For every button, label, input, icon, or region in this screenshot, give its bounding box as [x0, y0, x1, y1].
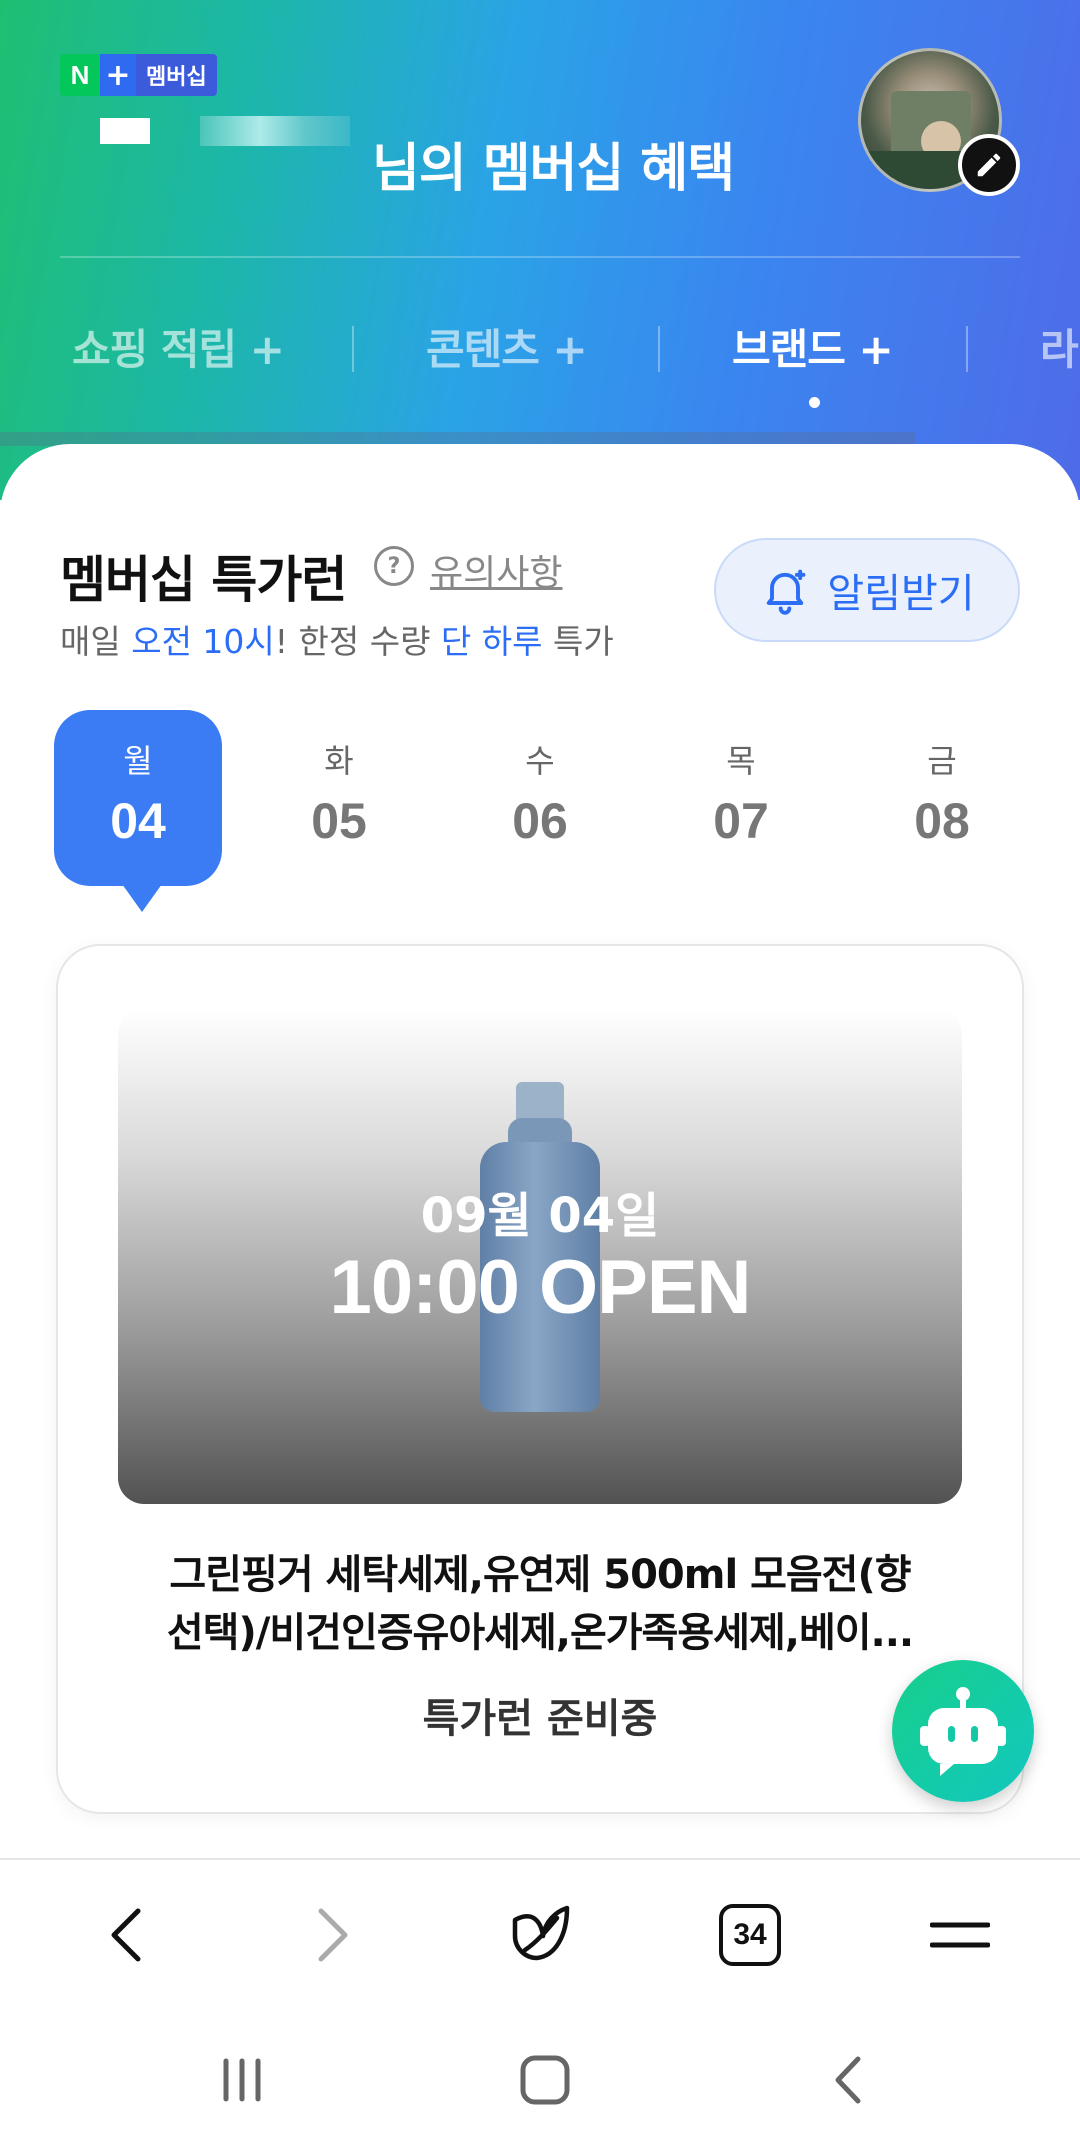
alarm-button-label: 알림받기	[827, 571, 975, 617]
deal-status: 특가런 준비중	[422, 1696, 658, 1742]
chatbot-button[interactable]	[892, 1660, 1034, 1802]
product-name-line: 선택)/비건인증유아세제,온가족용세제,베이...	[166, 1610, 914, 1656]
help-icon[interactable]: ?	[374, 546, 414, 586]
bell-icon	[767, 569, 806, 615]
day-date: 04	[110, 793, 166, 849]
day-tab-thu[interactable]: 목 07	[657, 710, 825, 886]
menu-icon	[930, 1922, 990, 1948]
product-name-line: 그린핑거 세탁세제,유연제 500ml 모음전(향	[169, 1552, 911, 1598]
day-tab-fri[interactable]: 금 08	[858, 710, 1026, 886]
open-date: 09월 04일	[420, 1188, 660, 1244]
tab-next[interactable]: 라	[1040, 316, 1079, 377]
tab-divider	[352, 326, 354, 372]
day-tab-mon[interactable]: 월 04	[54, 710, 222, 912]
day-date: 08	[914, 793, 970, 849]
day-weekday: 수	[525, 742, 555, 780]
menu-button[interactable]	[915, 1890, 1005, 1980]
day-weekday: 화	[324, 742, 354, 780]
browser-toolbar: 34	[0, 1858, 1080, 2008]
header-divider	[60, 256, 1020, 258]
badge-label: 멤버십	[136, 54, 217, 96]
badge-n: N	[60, 54, 100, 96]
tab-brand[interactable]: 브랜드 +	[732, 316, 894, 377]
tab-divider	[658, 326, 660, 372]
section-title: 멤버십 특가런	[60, 551, 347, 609]
home-icon	[520, 2055, 570, 2105]
back-arrow-icon	[111, 1908, 141, 1962]
back-button[interactable]	[82, 1890, 172, 1980]
redacted-username-b	[200, 116, 350, 146]
forward-button[interactable]	[287, 1890, 377, 1980]
recent-apps-icon	[223, 2058, 261, 2102]
pencil-icon	[977, 153, 1001, 177]
forward-arrow-icon	[318, 1908, 348, 1962]
product-name[interactable]: 그린핑거 세탁세제,유연제 500ml 모음전(향 선택)/비건인증유아세제,온…	[100, 1546, 980, 1662]
leaf-icon	[512, 1905, 570, 1961]
chatbot-icon	[920, 1687, 1006, 1776]
day-date: 07	[713, 793, 769, 849]
green-dot-button[interactable]	[495, 1890, 585, 1980]
page-title: 님의 멤버십 혜택	[372, 139, 735, 199]
section-subtitle: 매일 오전 10시! 한정 수량 단 하루 특가	[60, 622, 614, 661]
system-back-icon	[835, 2056, 861, 2104]
recent-apps-button[interactable]	[202, 2040, 282, 2120]
tabs-button[interactable]: 34	[705, 1890, 795, 1980]
day-date: 06	[512, 793, 568, 849]
day-weekday: 월	[123, 742, 153, 780]
redacted-username-a	[100, 118, 150, 144]
tab-count: 34	[719, 1904, 781, 1966]
benefit-tabs: 쇼핑 적립 + 콘텐츠 + 브랜드 + 라	[0, 300, 1080, 420]
system-back-button[interactable]	[808, 2040, 888, 2120]
tab-shopping[interactable]: 쇼핑 적립 +	[72, 316, 285, 377]
open-time: 10:00 OPEN	[329, 1245, 752, 1330]
product-image[interactable]: 09월 04일 10:00 OPEN	[118, 1008, 962, 1504]
badge-plus: +	[100, 54, 136, 96]
day-weekday: 금	[927, 742, 957, 780]
edit-profile-button[interactable]	[958, 134, 1020, 196]
notice-link[interactable]: 유의사항	[430, 544, 562, 596]
day-tab-tue[interactable]: 화 05	[255, 710, 423, 886]
alarm-button[interactable]: 알림받기	[714, 538, 1020, 642]
day-tab-wed[interactable]: 수 06	[456, 710, 624, 886]
tab-contents[interactable]: 콘텐츠 +	[426, 316, 588, 377]
naver-plus-membership-badge: N + 멤버십	[60, 54, 217, 96]
system-nav-bar	[0, 2010, 1080, 2146]
day-weekday: 목	[726, 742, 756, 780]
active-tab-indicator	[809, 397, 820, 408]
home-button[interactable]	[505, 2040, 585, 2120]
day-date: 05	[311, 793, 367, 849]
tab-divider	[966, 326, 968, 372]
